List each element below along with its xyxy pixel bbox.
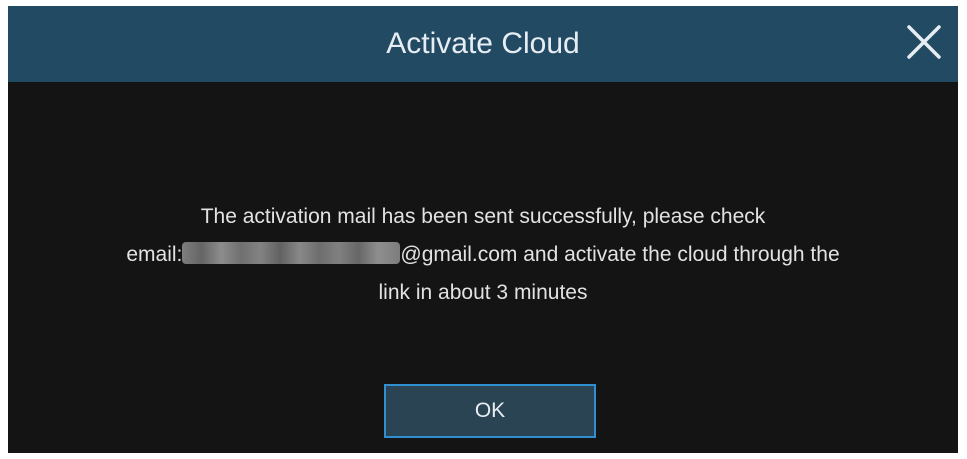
redacted-email	[182, 242, 401, 264]
close-button[interactable]	[904, 22, 944, 62]
message-line-3: link in about 3 minutes	[378, 281, 588, 304]
ok-button[interactable]: OK	[384, 384, 596, 438]
message-line-2: email: @gmail.com and activate the cloud …	[18, 236, 948, 274]
close-icon	[907, 25, 941, 59]
email-suffix: @gmail.com and activate the cloud throug…	[400, 243, 840, 266]
activation-message: The activation mail has been sent succes…	[18, 198, 948, 312]
email-prefix: email:	[126, 243, 183, 266]
message-line-1: The activation mail has been sent succes…	[200, 205, 766, 228]
dialog-titlebar: Activate Cloud	[8, 6, 958, 82]
dialog-title: Activate Cloud	[386, 27, 580, 60]
activate-cloud-dialog: Activate Cloud The activation mail has b…	[8, 6, 958, 453]
